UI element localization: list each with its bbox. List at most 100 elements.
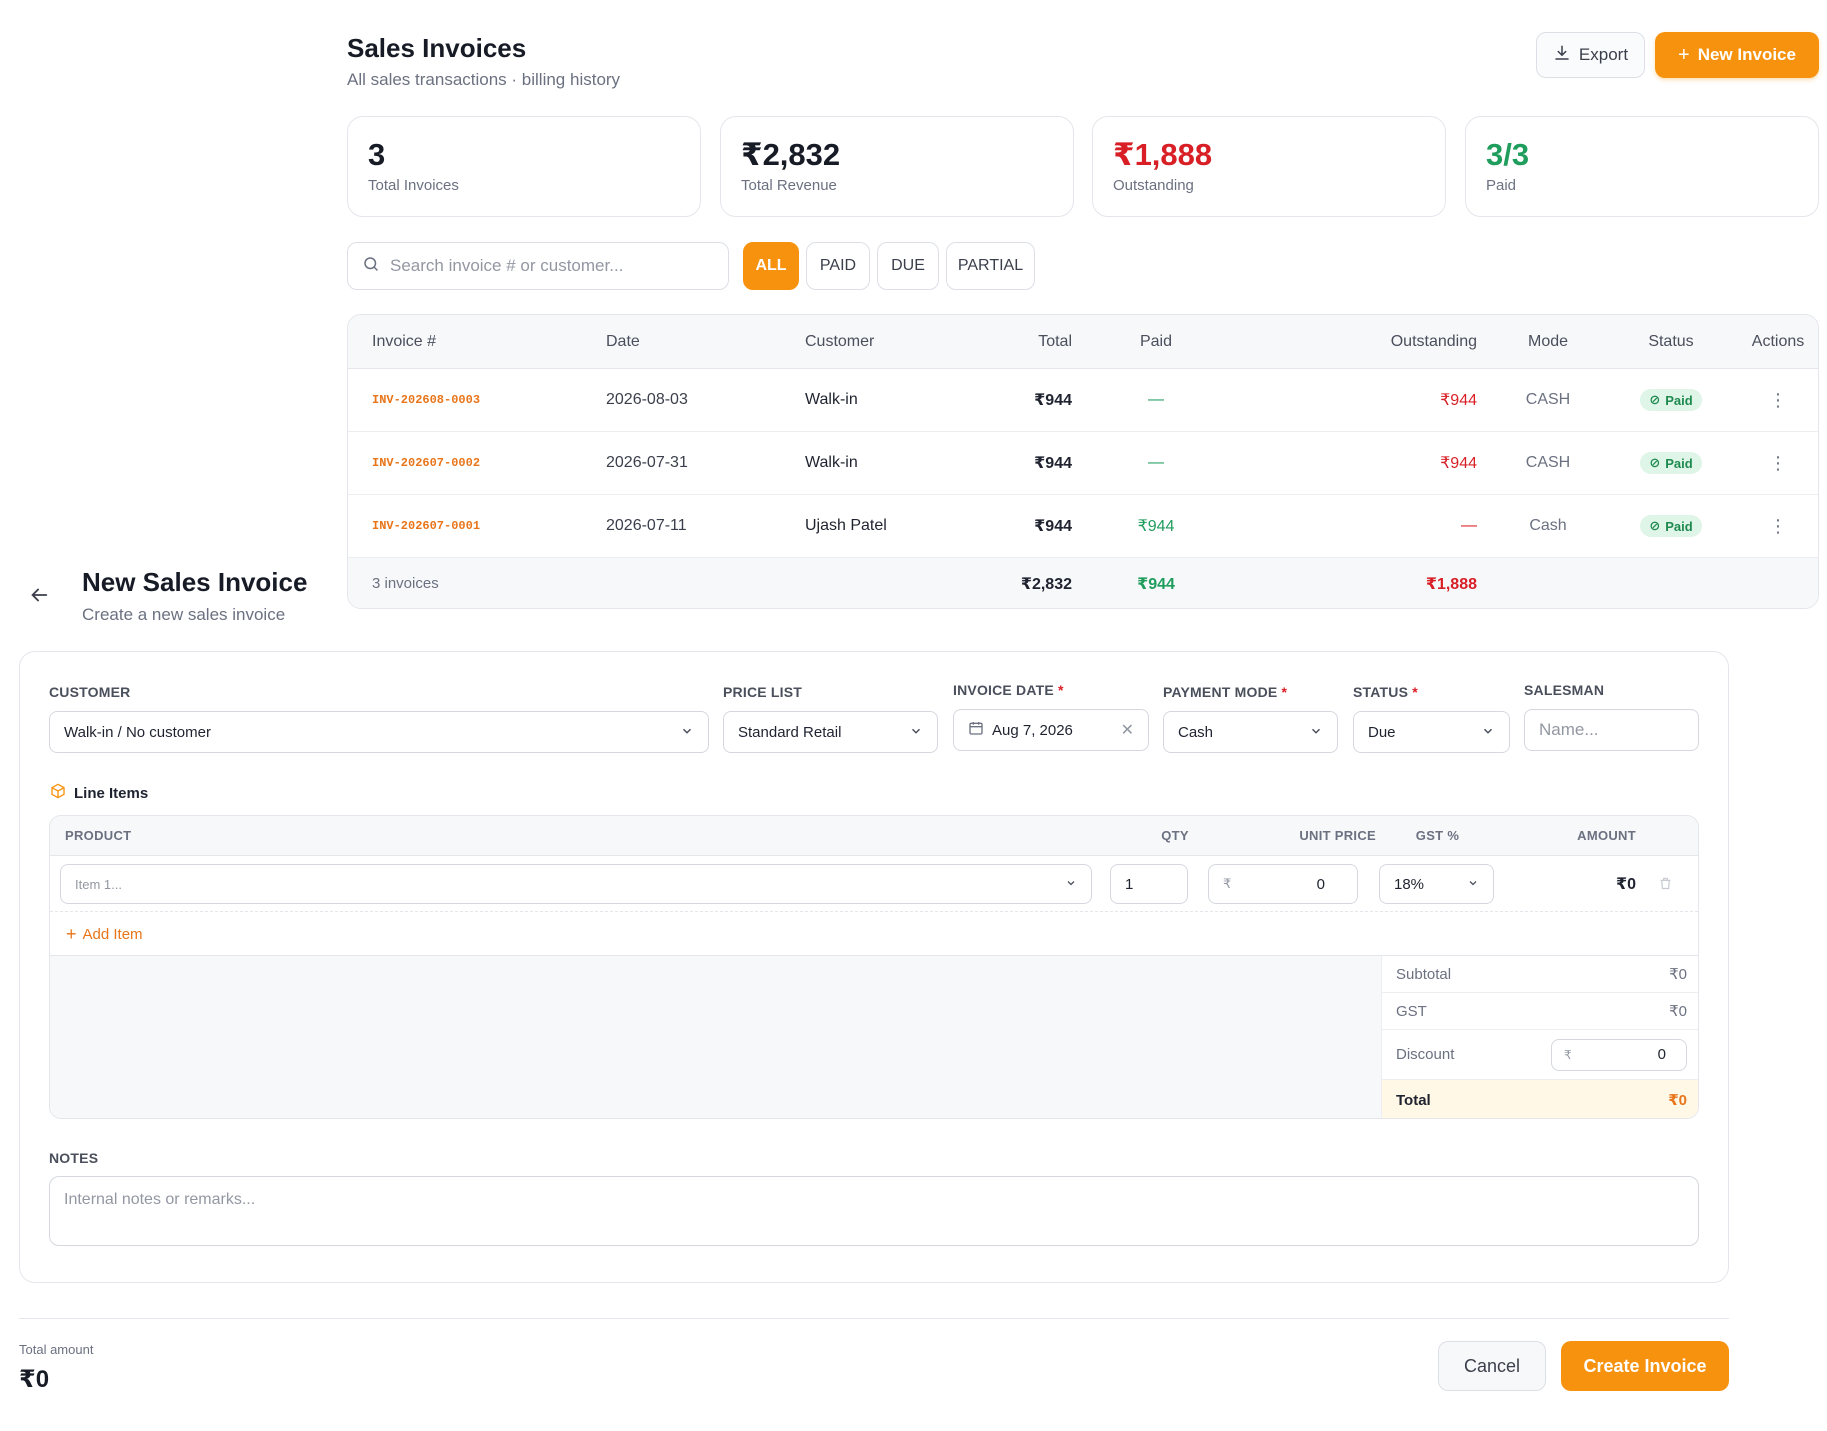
col-gst: GST % bbox=[1415, 828, 1460, 843]
notes-textarea[interactable]: Internal notes or remarks... bbox=[49, 1176, 1699, 1246]
price-list-select[interactable]: Standard Retail bbox=[723, 711, 938, 753]
invoice-paid: — bbox=[1148, 454, 1164, 471]
new-invoice-button[interactable]: + New Invoice bbox=[1655, 32, 1819, 78]
chevron-down-icon bbox=[680, 724, 694, 741]
qty-input[interactable]: 1 bbox=[1110, 864, 1188, 904]
check-circle-icon: ⊘ bbox=[1649, 455, 1661, 470]
download-icon bbox=[1553, 44, 1571, 67]
back-arrow-icon[interactable] bbox=[28, 584, 50, 613]
col-mode[interactable]: Mode bbox=[1498, 315, 1598, 368]
line-items-header: PRODUCT QTY UNIT PRICE GST % AMOUNT bbox=[50, 816, 1698, 856]
payment-mode-value: Cash bbox=[1178, 723, 1214, 741]
trash-icon[interactable] bbox=[1650, 856, 1680, 911]
status-label: Paid bbox=[1665, 518, 1693, 534]
status-badge: ⊘ Paid bbox=[1640, 515, 1702, 537]
more-vertical-icon[interactable]: ⋮ bbox=[1743, 369, 1813, 431]
calendar-icon bbox=[968, 720, 984, 740]
salesman-input[interactable]: Name... bbox=[1524, 709, 1699, 751]
discount-input[interactable]: ₹ 0 bbox=[1551, 1038, 1687, 1071]
add-item-label: Add Item bbox=[82, 926, 143, 943]
invoice-number[interactable]: INV-202607-0002 bbox=[372, 432, 480, 494]
more-vertical-icon[interactable]: ⋮ bbox=[1743, 495, 1813, 557]
col-outstanding[interactable]: Outstanding bbox=[1248, 315, 1477, 368]
gst-select[interactable]: 18% bbox=[1379, 864, 1494, 904]
status-badge: ⊘ Paid bbox=[1640, 389, 1702, 411]
col-invoice[interactable]: Invoice # bbox=[372, 315, 436, 368]
search-input[interactable] bbox=[390, 256, 690, 276]
new-invoice-label: New Invoice bbox=[1697, 45, 1796, 64]
invoice-date-label: INVOICE DATE * bbox=[953, 682, 1064, 698]
gst-label: GST bbox=[1396, 1002, 1427, 1020]
invoice-total: ₹944 bbox=[1034, 455, 1072, 472]
filter-paid[interactable]: PAID bbox=[806, 242, 870, 290]
status-select[interactable]: Due bbox=[1353, 711, 1510, 753]
product-select[interactable]: Item 1... bbox=[60, 864, 1092, 904]
stat-value: 3 bbox=[368, 137, 386, 172]
footer-outstanding: ₹1,888 bbox=[1425, 575, 1477, 593]
package-icon bbox=[50, 783, 66, 803]
total-amount-label: Total amount bbox=[19, 1342, 94, 1357]
col-paid[interactable]: Paid bbox=[1126, 315, 1186, 368]
invoice-total: ₹944 bbox=[1034, 518, 1072, 535]
subtotal-value: ₹0 bbox=[1669, 966, 1687, 983]
unit-price-input[interactable]: ₹ 0 bbox=[1208, 864, 1358, 904]
chevron-down-icon bbox=[1481, 724, 1495, 741]
table-row[interactable]: INV-202607-0001 2026-07-11 Ujash Patel ₹… bbox=[348, 495, 1818, 558]
col-customer[interactable]: Customer bbox=[805, 315, 874, 368]
invoice-date: 2026-07-11 bbox=[606, 517, 687, 534]
export-button[interactable]: Export bbox=[1536, 32, 1645, 78]
notes-placeholder: Internal notes or remarks... bbox=[64, 1191, 256, 1208]
payment-mode-label: PAYMENT MODE * bbox=[1163, 684, 1288, 700]
chevron-down-icon bbox=[1065, 877, 1077, 892]
check-circle-icon: ⊘ bbox=[1649, 392, 1661, 407]
status-value: Due bbox=[1368, 723, 1396, 741]
invoice-date-picker[interactable]: Aug 7, 2026 ✕ bbox=[953, 709, 1149, 751]
col-status[interactable]: Status bbox=[1616, 315, 1726, 368]
unit-price-value: 0 bbox=[1316, 875, 1325, 893]
col-total[interactable]: Total bbox=[948, 315, 1072, 368]
invoice-paid: ₹944 bbox=[1137, 518, 1175, 535]
filter-all[interactable]: ALL bbox=[743, 242, 799, 290]
status-badge: ⊘ Paid bbox=[1640, 452, 1702, 474]
customer-select[interactable]: Walk-in / No customer bbox=[49, 711, 709, 753]
total-value: ₹0 bbox=[1668, 1092, 1687, 1109]
stat-outstanding: ₹1,888 Outstanding bbox=[1092, 116, 1446, 217]
stat-value: 3/3 bbox=[1486, 137, 1530, 172]
clear-date-icon[interactable]: ✕ bbox=[1121, 720, 1134, 740]
more-vertical-icon[interactable]: ⋮ bbox=[1743, 432, 1813, 494]
check-circle-icon: ⊘ bbox=[1649, 518, 1661, 533]
qty-value: 1 bbox=[1125, 875, 1134, 893]
filter-partial[interactable]: PARTIAL bbox=[946, 242, 1035, 290]
invoice-date-value: Aug 7, 2026 bbox=[992, 721, 1073, 739]
gst-value: 18% bbox=[1394, 875, 1425, 893]
invoice-outstanding: — bbox=[1461, 517, 1477, 534]
page-title: Sales Invoices bbox=[347, 33, 527, 63]
salesman-label: SALESMAN bbox=[1524, 682, 1605, 698]
discount-currency: ₹ bbox=[1564, 1047, 1572, 1062]
invoice-number[interactable]: INV-202607-0001 bbox=[372, 495, 480, 557]
export-label: Export bbox=[1578, 45, 1629, 64]
table-row[interactable]: INV-202608-0003 2026-08-03 Walk-in ₹944 … bbox=[348, 369, 1818, 432]
line-items-label: Line Items bbox=[74, 784, 149, 802]
invoice-number[interactable]: INV-202608-0003 bbox=[372, 369, 480, 431]
col-actions: Actions bbox=[1751, 332, 1805, 350]
payment-mode-select[interactable]: Cash bbox=[1163, 711, 1338, 753]
search-box[interactable] bbox=[347, 242, 729, 290]
invoice-paid: — bbox=[1148, 391, 1164, 408]
stat-total-revenue: ₹2,832 Total Revenue bbox=[720, 116, 1074, 217]
search-icon bbox=[362, 255, 380, 278]
price-list-label: PRICE LIST bbox=[723, 684, 803, 700]
col-amount: AMOUNT bbox=[1577, 828, 1636, 843]
date-wrap: Aug 7, 2026 bbox=[968, 720, 1073, 740]
table-row[interactable]: INV-202607-0002 2026-07-31 Walk-in ₹944 … bbox=[348, 432, 1818, 495]
add-item-button[interactable]: + Add Item bbox=[66, 924, 143, 945]
invoice-mode: Cash bbox=[1529, 517, 1567, 534]
plus-icon: + bbox=[1678, 43, 1690, 66]
filter-due[interactable]: DUE bbox=[877, 242, 939, 290]
create-invoice-button[interactable]: Create Invoice bbox=[1561, 1341, 1729, 1391]
chevron-down-icon bbox=[1309, 724, 1323, 741]
totals-panel: Subtotal ₹0 GST ₹0 Discount ₹ 0 Total ₹0 bbox=[1381, 956, 1698, 1118]
cancel-button[interactable]: Cancel bbox=[1438, 1341, 1546, 1391]
col-date[interactable]: Date bbox=[606, 315, 640, 368]
invoice-outstanding: ₹944 bbox=[1440, 455, 1477, 472]
